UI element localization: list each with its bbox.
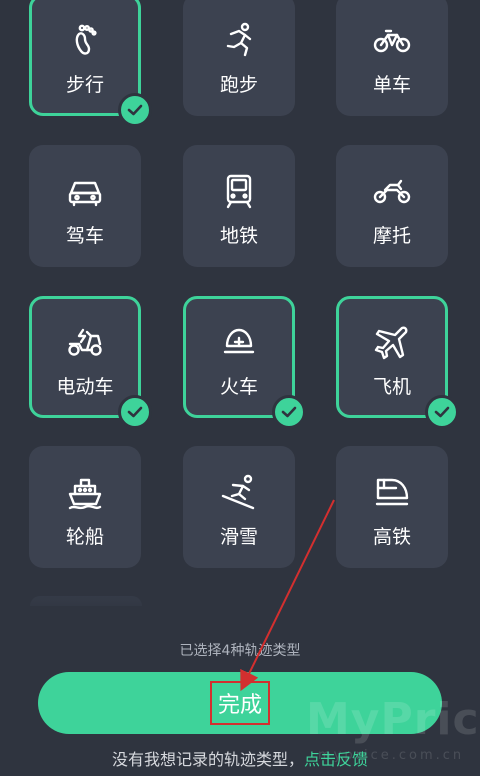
running-icon [219, 20, 259, 60]
tile-high-speed-rail[interactable]: 高铁 [336, 446, 448, 568]
skiing-icon [219, 472, 259, 512]
tile-label: 高铁 [372, 526, 411, 548]
check-icon [425, 395, 459, 429]
tile-bicycle[interactable]: 单车 [336, 0, 448, 116]
tile-label: 步行 [65, 74, 104, 96]
tile-drive[interactable]: 驾车 [29, 145, 141, 267]
train-icon [219, 322, 259, 362]
tile-label: 电动车 [56, 376, 114, 398]
bicycle-icon [372, 20, 412, 60]
tile-label: 轮船 [65, 526, 104, 548]
tile-motorcycle[interactable]: 摩托 [336, 145, 448, 267]
tile-ship[interactable]: 轮船 [29, 446, 141, 568]
tile-label: 火车 [219, 376, 258, 398]
selection-count-text: 已选择4种轨迹类型 [179, 643, 301, 659]
tile-label: 地铁 [219, 225, 258, 247]
motorcycle-icon [372, 171, 412, 211]
tile-airplane[interactable]: 飞机 [336, 296, 459, 429]
car-icon [65, 171, 105, 211]
tile-label: 飞机 [372, 376, 411, 398]
tile-e-scooter[interactable]: 电动车 [29, 296, 152, 429]
transport-type-grid: 步行 跑步 单车 驾车 地铁 摩托 电动车 火车 飞机 轮船 滑雪 高铁 [0, 0, 480, 630]
subway-icon [219, 171, 259, 211]
airplane-icon [372, 322, 412, 362]
ship-icon [65, 472, 105, 512]
tile-label: 单车 [372, 74, 411, 96]
tile-label: 滑雪 [219, 526, 258, 548]
feedback-prefix: 没有我想记录的轨迹类型， [111, 750, 304, 769]
tile-run[interactable]: 跑步 [183, 0, 295, 116]
footprint-icon [65, 20, 105, 60]
check-icon [118, 395, 152, 429]
tile-train[interactable]: 火车 [183, 296, 306, 429]
tile-subway[interactable]: 地铁 [183, 145, 295, 267]
tile-label: 驾车 [65, 225, 104, 247]
tile-label: 摩托 [372, 225, 411, 247]
tile-walk[interactable]: 步行 [29, 0, 152, 127]
done-button-label: 完成 [209, 681, 270, 725]
tile-skiing[interactable]: 滑雪 [183, 446, 295, 568]
feedback-line: 没有我想记录的轨迹类型，点击反馈 [0, 746, 480, 770]
watermark-logo: MyPrice [306, 694, 480, 745]
tile-label: 跑步 [219, 74, 258, 96]
check-icon [118, 93, 152, 127]
high-speed-rail-icon [372, 472, 412, 512]
feedback-link[interactable]: 点击反馈 [304, 750, 368, 769]
check-icon [272, 395, 306, 429]
scroll-fade [0, 590, 480, 630]
e-scooter-icon [65, 322, 105, 362]
